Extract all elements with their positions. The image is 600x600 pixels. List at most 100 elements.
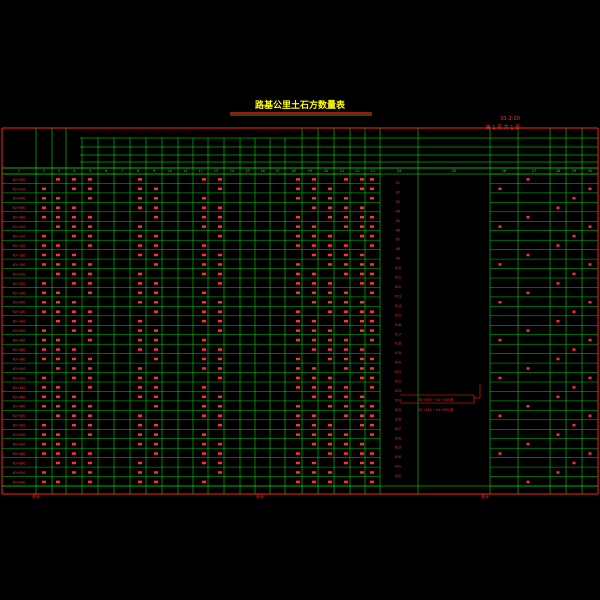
- cell-value-mark: [498, 376, 502, 380]
- cell-value-mark: [312, 367, 316, 370]
- cell-value-mark: [56, 367, 60, 370]
- cell-value-mark: [56, 414, 60, 417]
- cell-value-mark: [218, 263, 222, 266]
- cell-value-mark: [42, 471, 46, 474]
- cell-value-mark: [154, 291, 158, 295]
- column-number: 20: [324, 169, 328, 173]
- cell-value-mark: [328, 197, 332, 200]
- station-label: K0+140: [13, 244, 26, 248]
- cell-value-mark: [72, 329, 76, 332]
- cell-value-mark: [344, 319, 348, 323]
- note-label: K25: [395, 408, 401, 412]
- cell-value-mark: [88, 234, 92, 238]
- cell-value-mark: [72, 471, 76, 474]
- cell-value-mark: [296, 338, 300, 342]
- cell-value-mark: [344, 357, 348, 361]
- cell-value-mark: [42, 244, 46, 247]
- column-number: 30: [588, 169, 592, 173]
- cell-value-mark: [360, 178, 364, 181]
- cell-value-mark: [312, 234, 316, 238]
- cell-value-mark: [138, 338, 142, 342]
- cell-value-mark: [370, 480, 374, 484]
- cell-value-mark: [526, 178, 530, 181]
- cell-value-mark: [218, 329, 222, 332]
- cell-value-mark: [154, 197, 158, 200]
- station-label: K0+120: [13, 235, 26, 239]
- station-label: K0+300: [13, 320, 26, 324]
- station-label: K0+460: [13, 395, 26, 399]
- column-number: 3: [58, 169, 60, 173]
- cell-value-mark: [42, 338, 46, 342]
- cell-value-mark: [344, 291, 348, 295]
- cell-value-mark: [360, 348, 364, 351]
- sheet-number: S1-2-20: [500, 116, 520, 122]
- cell-value-mark: [218, 301, 222, 304]
- cell-value-mark: [526, 329, 530, 332]
- cell-value-mark: [88, 452, 92, 455]
- cell-value-mark: [370, 329, 374, 332]
- cell-value-mark: [88, 423, 92, 427]
- cell-value-mark: [572, 423, 576, 427]
- cell-value-mark: [312, 187, 316, 191]
- cell-value-mark: [72, 234, 76, 238]
- cell-value-mark: [360, 395, 364, 399]
- column-number: 5: [89, 169, 91, 173]
- cell-value-mark: [344, 367, 348, 370]
- cell-value-mark: [588, 338, 592, 342]
- cell-value-mark: [218, 442, 222, 446]
- cell-value-mark: [328, 376, 332, 380]
- cell-value-mark: [218, 272, 222, 276]
- cell-value-mark: [328, 348, 332, 351]
- cell-value-mark: [72, 348, 76, 351]
- note-label: K6: [396, 228, 400, 232]
- cell-value-mark: [296, 433, 300, 436]
- column-number: 1: [18, 169, 20, 173]
- cell-value-mark: [312, 376, 316, 380]
- station-label: K0+420: [13, 376, 26, 380]
- cell-value-mark: [154, 405, 158, 408]
- station-label: K0+260: [13, 301, 26, 305]
- cell-value-mark: [88, 197, 92, 200]
- cell-value-mark: [56, 215, 60, 219]
- cell-value-mark: [328, 234, 332, 238]
- cell-value-mark: [312, 480, 316, 484]
- cell-value-mark: [88, 414, 92, 417]
- cell-value-mark: [328, 357, 332, 361]
- cell-value-mark: [360, 376, 364, 380]
- cell-value-mark: [154, 263, 158, 266]
- station-label: K0+020: [13, 187, 26, 191]
- column-number: 2: [43, 169, 45, 173]
- cell-value-mark: [56, 386, 60, 389]
- cell-value-mark: [202, 338, 206, 342]
- cell-value-mark: [312, 433, 316, 436]
- cell-value-mark: [138, 414, 142, 417]
- cell-value-mark: [370, 461, 374, 465]
- cell-value-mark: [360, 405, 364, 408]
- station-label: K0+320: [13, 329, 26, 333]
- cell-value-mark: [56, 395, 60, 399]
- cell-value-mark: [72, 442, 76, 446]
- cell-value-mark: [56, 263, 60, 266]
- cell-value-mark: [370, 433, 374, 436]
- column-number: 21: [340, 169, 344, 173]
- cell-value-mark: [360, 310, 364, 313]
- column-number: 7: [121, 169, 123, 173]
- cell-value-mark: [42, 234, 46, 238]
- cell-value-mark: [138, 187, 142, 191]
- note-label: K11: [395, 276, 401, 280]
- cell-value-mark: [202, 480, 206, 484]
- note-label: K24: [395, 398, 401, 402]
- cell-value-mark: [202, 386, 206, 389]
- cell-value-mark: [88, 244, 92, 247]
- note-label: K31: [395, 465, 401, 469]
- cell-value-mark: [56, 178, 60, 181]
- cell-value-mark: [72, 282, 76, 285]
- cell-value-mark: [360, 367, 364, 370]
- cell-value-mark: [72, 253, 76, 257]
- cell-value-mark: [360, 272, 364, 276]
- cell-value-mark: [328, 471, 332, 474]
- cell-value-mark: [556, 395, 560, 399]
- cell-value-mark: [218, 187, 222, 191]
- cell-value-mark: [202, 414, 206, 417]
- cell-value-mark: [370, 225, 374, 228]
